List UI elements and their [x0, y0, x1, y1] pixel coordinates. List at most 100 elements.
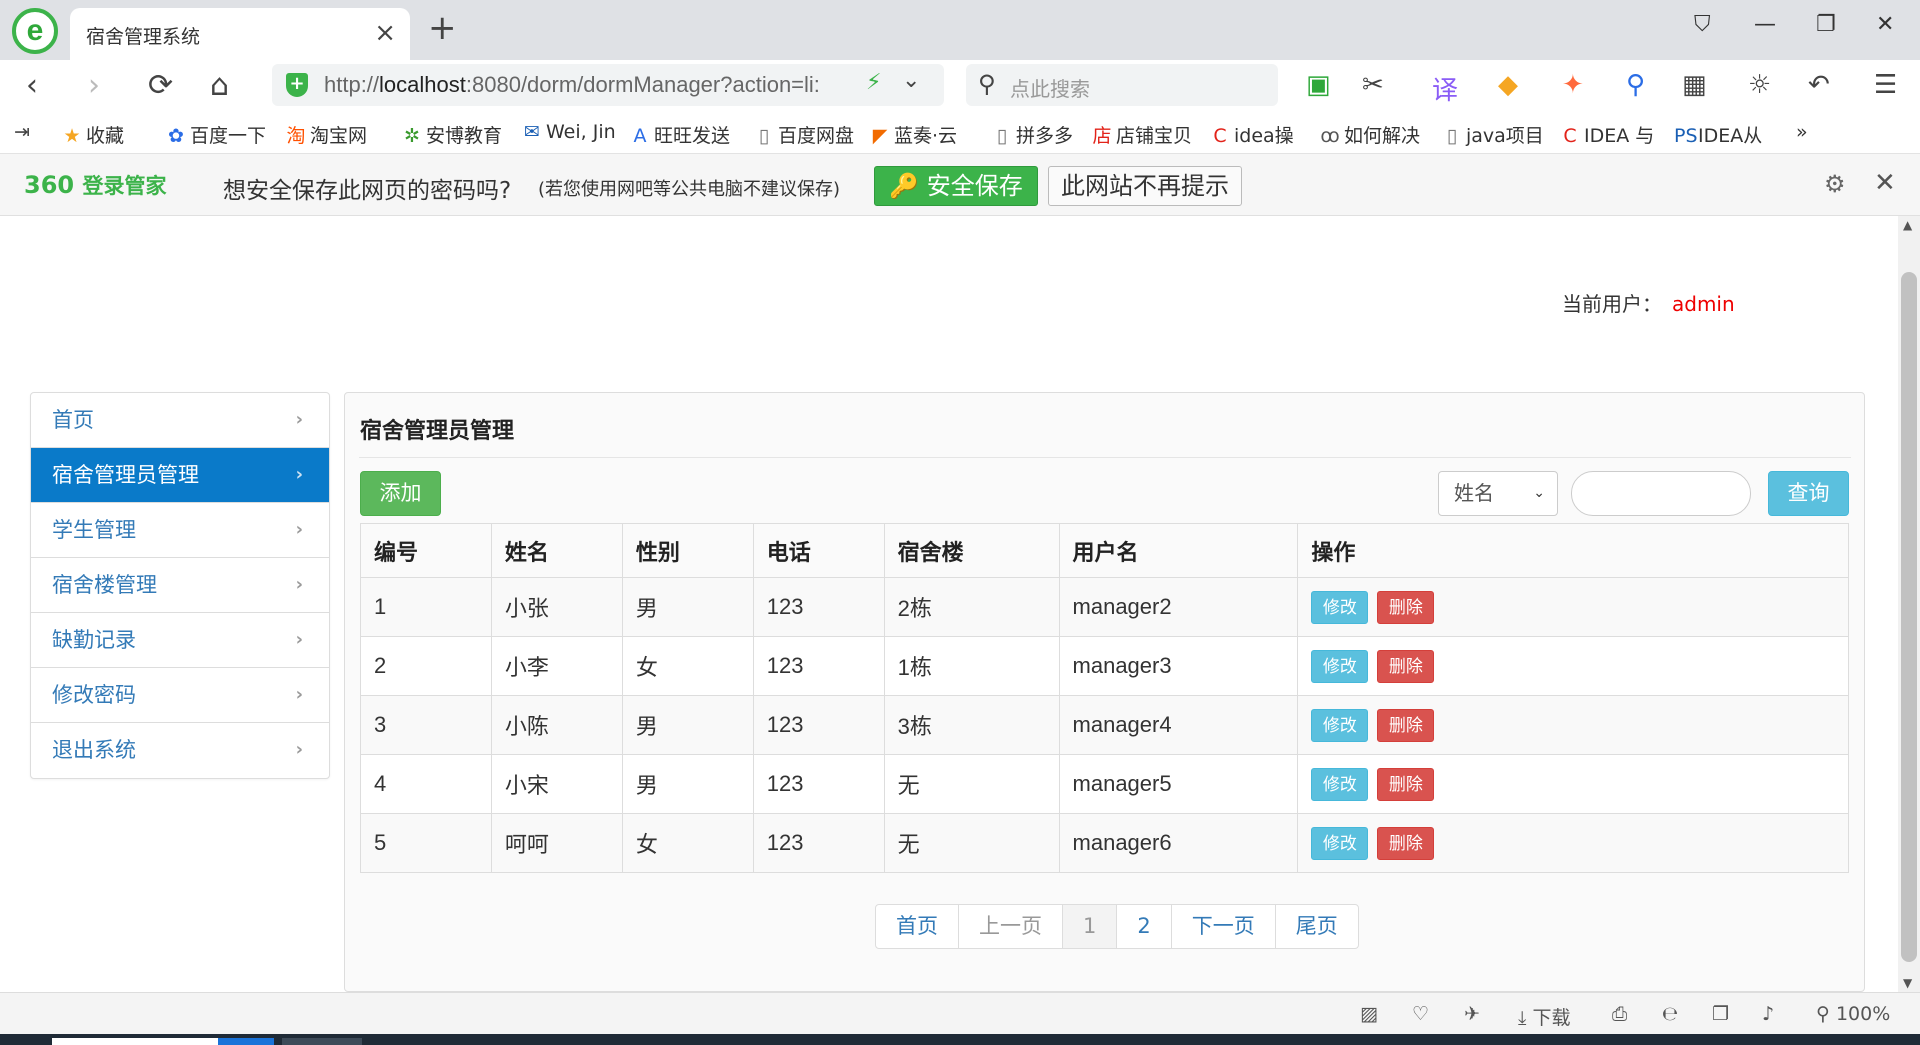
- url-dropdown-icon[interactable]: ⌄: [902, 68, 920, 93]
- menu-icon[interactable]: ☰: [1874, 70, 1897, 100]
- close-icon[interactable]: ✕: [1874, 168, 1896, 198]
- page-2[interactable]: 2: [1117, 905, 1172, 948]
- sidebar-item[interactable]: 宿舍管理员管理 ›: [31, 448, 329, 503]
- sidebar-item[interactable]: 修改密码 ›: [31, 668, 329, 723]
- query-button[interactable]: 查询: [1768, 471, 1849, 516]
- bookmark-item[interactable]: ▯ 拼多多: [992, 121, 1073, 148]
- sidebar-toggle-icon[interactable]: ⇥: [14, 121, 30, 143]
- bookmark-label: 店铺宝贝: [1116, 125, 1193, 147]
- bookmark-item[interactable]: ✉ Wei, Jin: [522, 121, 616, 143]
- magnifier-tool-icon[interactable]: ⚲: [1626, 70, 1645, 100]
- restore-icon[interactable]: ❐: [1816, 12, 1836, 37]
- bookmark-item[interactable]: ✿ 百度一下: [166, 121, 266, 148]
- delete-button[interactable]: 删除: [1377, 708, 1435, 742]
- bookmark-item[interactable]: ◤ 蓝奏·云: [870, 121, 957, 148]
- table-row: 3 小陈男 123 3栋 manager4 修改 删除: [360, 695, 1849, 755]
- brightness-icon[interactable]: ☼: [1748, 70, 1771, 100]
- skin-icon[interactable]: ⛉: [1694, 12, 1711, 37]
- table-cell: manager4: [1058, 695, 1299, 755]
- browser-logo-icon[interactable]: e: [12, 8, 58, 54]
- image-icon[interactable]: ▨: [1360, 1003, 1378, 1025]
- page-last[interactable]: 尾页: [1276, 905, 1358, 948]
- sidebar-item[interactable]: 退出系统 ›: [31, 723, 329, 778]
- table-cell: 女: [621, 636, 754, 696]
- bookmark-item[interactable]: ★ 收藏: [62, 121, 124, 148]
- translate-icon[interactable]: 译: [1432, 70, 1458, 107]
- page-title: 宿舍管理员管理: [360, 419, 515, 444]
- table-cell: 小宋: [490, 754, 623, 814]
- edit-button[interactable]: 修改: [1311, 708, 1369, 742]
- ie-mode-icon[interactable]: ℮: [1662, 1003, 1678, 1025]
- delete-button[interactable]: 删除: [1377, 826, 1435, 860]
- never-prompt-button[interactable]: 此网站不再提示: [1048, 166, 1242, 206]
- bookmark-item[interactable]: 淘淘宝网: [286, 121, 367, 148]
- filter-select[interactable]: 姓名 ⌄: [1438, 471, 1558, 516]
- rocket-icon[interactable]: ✈: [1464, 1003, 1480, 1025]
- scroll-up-icon[interactable]: ▲: [1903, 218, 1912, 232]
- download-button[interactable]: ⤓ 下载: [1518, 1003, 1570, 1030]
- sidebar-item[interactable]: 学生管理 ›: [31, 503, 329, 558]
- actions-cell: 修改 删除: [1297, 754, 1849, 814]
- url-field[interactable]: + http://localhost:8080/dorm/dormManager…: [272, 64, 944, 106]
- browser-tab[interactable]: 宿舍管理系统 ×: [70, 8, 410, 60]
- edit-button[interactable]: 修改: [1311, 826, 1369, 860]
- coupon-icon[interactable]: ◆: [1498, 70, 1518, 100]
- taskbar-item[interactable]: [52, 1038, 218, 1045]
- game-icon[interactable]: ✦: [1562, 70, 1584, 100]
- edit-button[interactable]: 修改: [1311, 767, 1369, 801]
- vertical-scrollbar[interactable]: ▲ ▼: [1898, 216, 1920, 992]
- search-field[interactable]: [1571, 471, 1751, 516]
- speed-bolt-icon[interactable]: ⚡: [866, 70, 881, 95]
- tab-close-icon[interactable]: ×: [374, 18, 396, 48]
- minimize-icon[interactable]: —: [1754, 12, 1776, 37]
- scissors-icon[interactable]: ✂: [1362, 70, 1384, 100]
- bookmark-label: idea操: [1234, 125, 1294, 147]
- search-input[interactable]: ⚲ 点此搜索: [966, 64, 1278, 106]
- page-first[interactable]: 首页: [876, 905, 959, 948]
- zoom-control[interactable]: ⚲ 100%: [1816, 1003, 1890, 1025]
- bookmark-item[interactable]: Cidea操: [1210, 121, 1294, 148]
- scroll-down-icon[interactable]: ▼: [1903, 976, 1912, 990]
- new-tab-icon[interactable]: +: [428, 8, 457, 48]
- taskbar-item[interactable]: [218, 1038, 274, 1045]
- bookmark-item[interactable]: 店店铺宝贝: [1092, 121, 1192, 148]
- bookmark-item[interactable]: PSIDEA从: [1674, 121, 1762, 148]
- reader-icon[interactable]: ▣: [1306, 70, 1331, 100]
- delete-button[interactable]: 删除: [1377, 767, 1435, 801]
- bookmark-item[interactable]: ▯ 百度网盘: [754, 121, 854, 148]
- sidebar-item[interactable]: 宿舍楼管理 ›: [31, 558, 329, 613]
- bookmark-label: 百度网盘: [778, 125, 855, 147]
- add-button[interactable]: 添加: [360, 471, 441, 516]
- url-text[interactable]: http://localhost:8080/dorm/dormManager?a…: [324, 72, 859, 98]
- print-icon[interactable]: ⎙: [1612, 1003, 1627, 1025]
- edit-button[interactable]: 修改: [1311, 649, 1369, 683]
- sound-icon[interactable]: ♪: [1762, 1003, 1774, 1025]
- bookmark-icon: ✲: [404, 125, 420, 147]
- secure-save-button[interactable]: 🔑 安全保存: [874, 166, 1038, 206]
- apps-grid-icon[interactable]: ▦: [1682, 70, 1707, 100]
- forward-icon[interactable]: ›: [88, 68, 100, 103]
- window-close-icon[interactable]: ✕: [1876, 12, 1894, 37]
- home-icon[interactable]: ⌂: [210, 68, 229, 103]
- bookmark-item[interactable]: ▯ java项目: [1442, 121, 1544, 148]
- bookmark-item[interactable]: C IDEA 与: [1560, 121, 1654, 148]
- edit-button[interactable]: 修改: [1311, 590, 1369, 624]
- sidebar-item[interactable]: 缺勤记录 ›: [31, 613, 329, 668]
- bookmark-item[interactable]: ✲ 安博教育: [402, 121, 502, 148]
- bookmarks-more-icon[interactable]: »: [1796, 121, 1808, 143]
- taskbar-item[interactable]: [282, 1038, 362, 1045]
- delete-button[interactable]: 删除: [1377, 649, 1435, 683]
- page-next[interactable]: 下一页: [1172, 905, 1276, 948]
- column-header: 电话: [752, 523, 885, 578]
- delete-button[interactable]: 删除: [1377, 590, 1435, 624]
- back-icon[interactable]: ‹: [26, 68, 38, 103]
- window-icon[interactable]: ❐: [1712, 1003, 1729, 1025]
- reload-icon[interactable]: ⟳: [148, 68, 173, 103]
- health-icon[interactable]: ♡: [1412, 1003, 1429, 1025]
- undo-icon[interactable]: ↶: [1808, 70, 1830, 100]
- gear-icon[interactable]: ⚙: [1824, 170, 1846, 198]
- scroll-thumb[interactable]: [1901, 272, 1917, 962]
- bookmark-item[interactable]: A 旺旺发送: [630, 121, 731, 148]
- bookmark-item[interactable]: ꝏ 如何解决: [1320, 121, 1420, 148]
- sidebar-item[interactable]: 首页 ›: [31, 393, 329, 448]
